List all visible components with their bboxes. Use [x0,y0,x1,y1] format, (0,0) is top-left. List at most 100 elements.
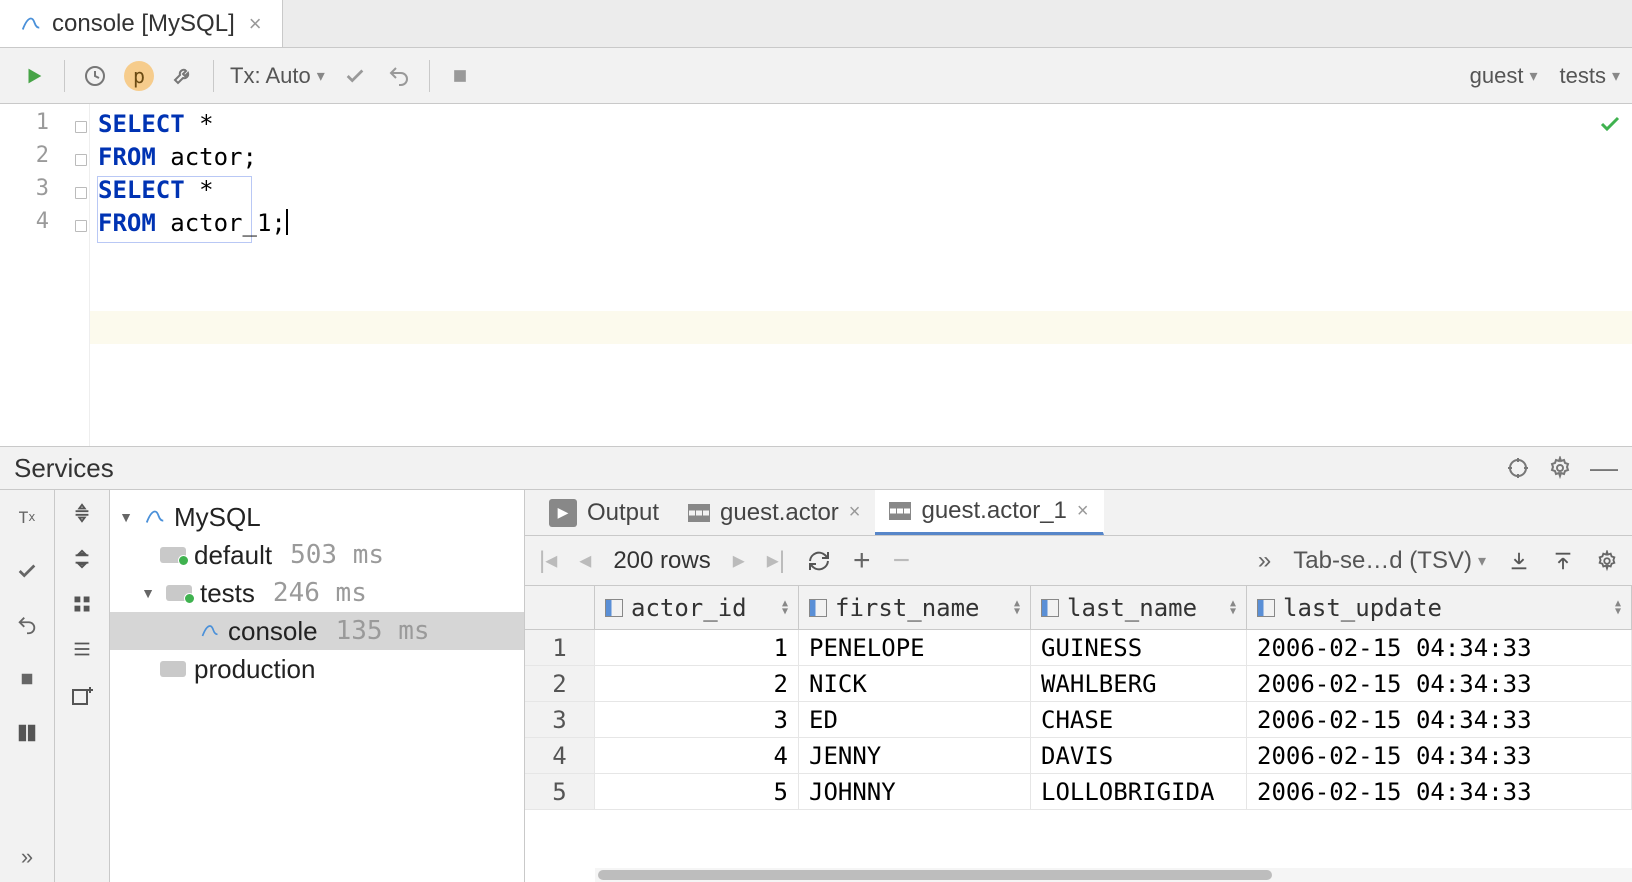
cell-last-name[interactable]: GUINESS [1031,630,1247,665]
column-label: last_update [1283,594,1442,622]
close-icon[interactable]: × [849,501,861,524]
grid-header-last-name[interactable]: last_name▲▼ [1031,586,1247,629]
cell-actor-id[interactable]: 4 [595,738,799,773]
column-label: first_name [835,594,980,622]
grid-header: actor_id▲▼ first_name▲▼ last_name▲▼ last… [525,586,1632,630]
layout-icon[interactable] [12,718,42,748]
stop-button[interactable] [438,56,482,96]
expand-icon[interactable]: » [12,842,42,872]
user-dropdown[interactable]: guest ▾ [1470,63,1538,89]
gear-icon[interactable] [1548,456,1572,480]
cell-last-name[interactable]: CHASE [1031,702,1247,737]
separator [64,60,65,92]
grid-header-first-name[interactable]: first_name▲▼ [799,586,1031,629]
result-tab-actor[interactable]: guest.actor × [674,490,875,535]
tree-node-default[interactable]: default 503 ms [110,536,524,574]
cell-first-name[interactable]: NICK [799,666,1031,701]
grid-icon[interactable] [72,594,92,614]
code-area[interactable]: SELECT * FROM actor; SELECT * FROM actor… [90,104,1632,446]
cell-first-name[interactable]: PENELOPE [799,630,1031,665]
tree-root-mysql[interactable]: ▼ MySQL [110,498,524,536]
cell-actor-id[interactable]: 1 [595,630,799,665]
table-row[interactable]: 11PENELOPEGUINESS2006-02-15 04:34:33 [525,630,1632,666]
cell-first-name[interactable]: ED [799,702,1031,737]
minimize-icon[interactable]: — [1590,452,1618,484]
result-tab-label: Output [587,499,659,527]
cell-last-update[interactable]: 2006-02-15 04:34:33 [1247,666,1632,701]
cell-last-update[interactable]: 2006-02-15 04:34:33 [1247,702,1632,737]
cell-actor-id[interactable]: 2 [595,666,799,701]
commit-icon[interactable] [12,556,42,586]
next-page-button[interactable]: ▸ [733,546,745,575]
grid-header-last-update[interactable]: last_update▲▼ [1247,586,1632,629]
keyword: FROM [98,209,156,237]
more-button[interactable]: » [1258,547,1271,575]
cell-last-update[interactable]: 2006-02-15 04:34:33 [1247,738,1632,773]
services-sidebar-1: Tx » [0,490,55,882]
upload-button[interactable] [1552,550,1574,572]
cell-last-name[interactable]: WAHLBERG [1031,666,1247,701]
add-tab-icon[interactable] [70,684,94,708]
format-dropdown[interactable]: Tab-se…d (TSV) ▾ [1293,547,1486,575]
expand-all-icon[interactable] [71,548,93,570]
close-icon[interactable]: × [245,11,266,37]
table-row[interactable]: 22NICKWAHLBERG2006-02-15 04:34:33 [525,666,1632,702]
cell-first-name[interactable]: JENNY [799,738,1031,773]
schema-badge-button[interactable]: p [117,56,161,96]
cancel-icon[interactable] [12,664,42,694]
cell-first-name[interactable]: JOHNNY [799,774,1031,809]
table-row[interactable]: 44JENNYDAVIS2006-02-15 04:34:33 [525,738,1632,774]
cell-actor-id[interactable]: 3 [595,702,799,737]
cell-last-update[interactable]: 2006-02-15 04:34:33 [1247,774,1632,809]
grid-body[interactable]: 11PENELOPEGUINESS2006-02-15 04:34:3322NI… [525,630,1632,810]
locate-icon[interactable] [1506,456,1530,480]
database-dropdown[interactable]: tests ▾ [1560,63,1621,89]
tree-time: 246 ms [273,578,367,608]
chevron-down-icon: ▾ [1529,66,1537,86]
tx-icon[interactable]: Tx [12,502,42,532]
tree-node-console[interactable]: console 135 ms [110,612,524,650]
remove-row-button[interactable]: − [893,544,911,578]
editor-tab-console[interactable]: console [MySQL] × [0,0,283,47]
rollback-button[interactable] [377,56,421,96]
scrollbar-thumb[interactable] [598,870,1272,880]
sql-editor[interactable]: 1 2 3 4 SELECT * FROM actor; SELECT * FR… [0,104,1632,446]
grid-header-actor-id[interactable]: actor_id▲▼ [595,586,799,629]
last-page-button[interactable]: ▸| [767,546,785,575]
tree-node-tests[interactable]: ▼ tests 246 ms [110,574,524,612]
tree-label: MySQL [174,502,261,533]
data-grid: actor_id▲▼ first_name▲▼ last_name▲▼ last… [525,586,1632,882]
settings-wrench-button[interactable] [161,56,205,96]
close-icon[interactable]: × [1077,500,1089,523]
list-icon[interactable] [71,638,93,660]
prev-page-button[interactable]: ◂ [579,546,591,575]
column-label: last_name [1067,594,1197,622]
collapse-icon[interactable] [71,502,93,524]
cell-actor-id[interactable]: 5 [595,774,799,809]
horizontal-scrollbar[interactable] [595,868,1632,882]
table-row[interactable]: 55JOHNNYLOLLOBRIGIDA2006-02-15 04:34:33 [525,774,1632,810]
services-body: Tx » ▼ MySQL default 503 ms ▼ tests 246 … [0,490,1632,882]
tree-node-production[interactable]: production [110,650,524,688]
run-button[interactable] [12,56,56,96]
add-row-button[interactable]: + [853,544,871,578]
cell-last-update[interactable]: 2006-02-15 04:34:33 [1247,630,1632,665]
row-number: 1 [525,630,595,665]
mysql-icon [144,506,166,528]
cell-last-name[interactable]: DAVIS [1031,738,1247,773]
settings-button[interactable] [1596,550,1618,572]
download-button[interactable] [1508,550,1530,572]
services-title: Services [14,453,114,484]
rollback-icon[interactable] [12,610,42,640]
commit-button[interactable] [333,56,377,96]
cell-last-name[interactable]: LOLLOBRIGIDA [1031,774,1247,809]
table-row[interactable]: 33EDCHASE2006-02-15 04:34:33 [525,702,1632,738]
history-button[interactable] [73,56,117,96]
reload-button[interactable] [807,549,831,573]
tx-mode-dropdown[interactable]: Tx: Auto ▾ [222,63,333,89]
first-page-button[interactable]: |◂ [539,546,557,575]
sql-toolbar: p Tx: Auto ▾ guest ▾ tests ▾ [0,48,1632,104]
result-tab-output[interactable]: ▶ Output [535,490,674,535]
grid-header-rownum [525,586,595,629]
result-tab-actor-1[interactable]: guest.actor_1 × [875,490,1103,535]
